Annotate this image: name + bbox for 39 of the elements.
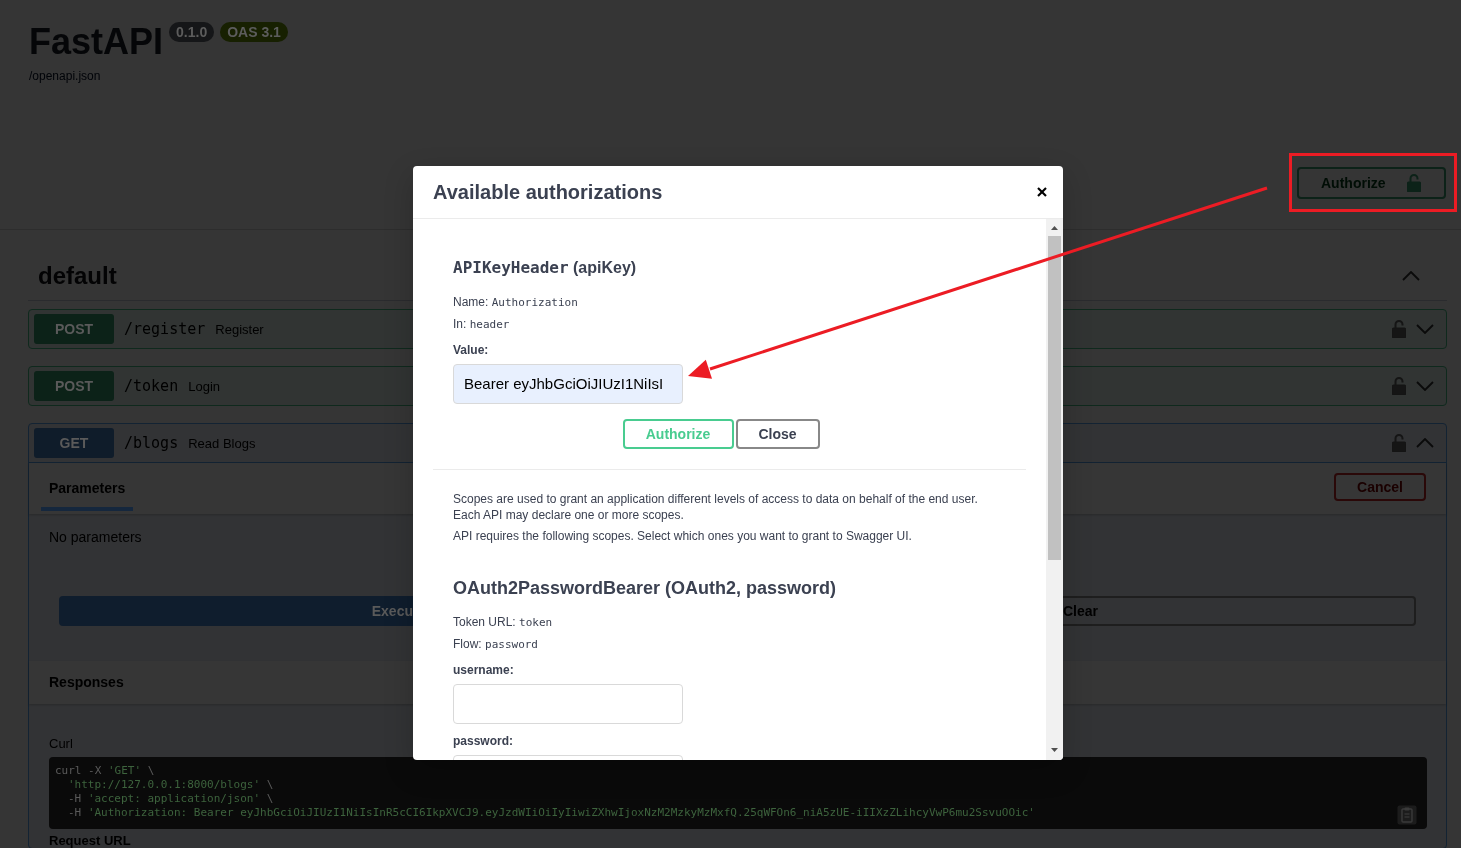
scheme-detail: Flow: password — [453, 636, 538, 653]
execute-button[interactable]: Execu — [59, 596, 413, 626]
dialog-title: Available authorizations — [433, 180, 663, 204]
code-line: 'http://127.0.0.1:8000/blogs' \ — [68, 778, 274, 792]
close-icon[interactable] — [1037, 187, 1047, 197]
scheme-detail: Name: Authorization — [453, 294, 578, 311]
field-label: username: — [453, 662, 514, 678]
method-badge: POST — [34, 371, 114, 401]
scheme-detail: Token URL: token — [453, 614, 553, 631]
method-badge: POST — [34, 314, 114, 344]
scheme-detail: In: header — [453, 316, 510, 333]
authorize-button[interactable]: Authorize — [622, 419, 734, 449]
version-badge: 0.1.0 — [169, 22, 215, 42]
scroll-down-icon[interactable] — [1051, 748, 1058, 752]
scroll-up-icon[interactable] — [1051, 226, 1058, 230]
code-line: -H 'Authorization: Bearer eyJhbGciOiJIUzI1NiIsInR5cCI6IkpXVCJ9.eyJzdWIiOiIyIiwiZXhwIjoxNzM2MzkyMzMxfQ.25qWFOn6_niA5zUE-iIIXzZLihcyVwP6mu2SsvuOOic' — [68, 806, 1035, 820]
scopes-description: API requires the following scopes. Select which ones you want to grant to Swagger UI. — [453, 528, 913, 544]
scrollbar-thumb[interactable] — [1048, 236, 1061, 560]
copy-icon[interactable] — [1397, 805, 1417, 825]
chevron-down-icon[interactable] — [1416, 381, 1434, 391]
field-label: password: — [453, 733, 513, 749]
chevron-up-icon[interactable] — [1402, 270, 1420, 281]
open-padlock-icon[interactable] — [1392, 320, 1406, 338]
method-badge: GET — [34, 428, 114, 458]
oas-badge: OAS 3.1 — [220, 22, 288, 42]
close-button[interactable]: Close — [735, 419, 820, 449]
input-field[interactable] — [453, 684, 683, 724]
scrollbar[interactable] — [1046, 219, 1063, 760]
chevron-down-icon[interactable] — [1416, 324, 1434, 334]
value-label: Value: — [453, 342, 489, 358]
open-padlock-icon[interactable] — [1392, 377, 1406, 395]
scopes-description: Scopes are used to grant an application different levels of access to data on behalf of the end user. Each API may declare one or more scopes. — [453, 491, 979, 523]
scheme-title: APIKeyHeader (apiKey) — [453, 257, 637, 279]
open-padlock-icon[interactable] — [1392, 434, 1406, 452]
chevron-up-icon[interactable] — [1416, 438, 1434, 448]
value-input[interactable]: Bearer eyJhbGciOiJIUzI1NiIsI — [453, 364, 683, 404]
code-line: -H 'accept: application/json' \ — [68, 792, 274, 806]
scheme-title: OAuth2PasswordBearer (OAuth2, password) — [453, 577, 837, 600]
code-line: curl -X 'GET' \ — [55, 764, 155, 778]
